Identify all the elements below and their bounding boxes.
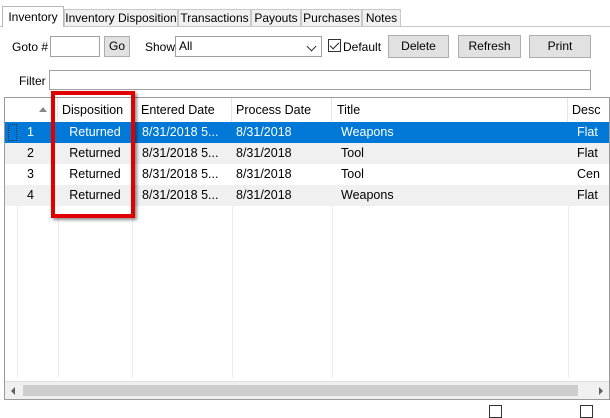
entered-date-cell: 8/31/2018 5... [142,146,219,160]
entered-date-cell: 8/31/2018 5... [142,167,219,181]
show-select-value: All [179,39,193,53]
process-date-cell: 8/31/2018 [236,146,292,160]
default-checkbox[interactable] [328,39,341,52]
process-date-cell: 8/31/2018 [236,167,292,181]
entered-date-cell: 8/31/2018 5... [142,188,219,202]
chevron-down-icon [306,41,317,52]
scroll-right-icon[interactable] [599,387,603,395]
goto-input[interactable] [50,36,100,57]
scroll-left-icon[interactable] [11,387,15,395]
title-cell: Weapons [341,125,394,139]
desc-cell: Flat [577,146,598,160]
process-date-cell: 8/31/2018 [236,125,292,139]
desc-cell: Flat [577,125,598,139]
entered-date-cell: 8/31/2018 5... [142,125,219,139]
delete-button[interactable]: Delete [388,35,449,58]
show-label: Show [145,40,176,54]
bottom-checkbox-2[interactable] [580,405,593,418]
tab-payouts[interactable]: Payouts [251,9,301,26]
print-button[interactable]: Print [529,35,591,58]
highlight-box [51,91,135,218]
tab-divider [0,26,610,27]
refresh-button[interactable]: Refresh [458,35,521,58]
title-cell: Tool [341,167,364,181]
goto-label: Goto # [12,40,49,54]
show-select[interactable]: All [175,36,322,57]
tab-strip: Inventory Inventory Disposition Transact… [0,0,610,27]
title-cell: Weapons [341,188,394,202]
filter-label: Filter [19,74,46,88]
tab-inventory-disposition[interactable]: Inventory Disposition [64,9,178,26]
default-label: Default [343,40,382,54]
horizontal-scrollbar[interactable] [5,381,609,399]
process-date-cell: 8/31/2018 [236,188,292,202]
tab-transactions[interactable]: Transactions [178,9,251,26]
check-icon [329,39,340,50]
title-cell: Tool [341,146,364,160]
sort-ascending-icon [39,107,47,112]
filter-input[interactable] [49,70,591,90]
scrollbar-thumb[interactable] [23,385,578,396]
row-focus-indicator [8,124,17,141]
column-header-entered-date[interactable]: Entered Date [132,98,232,122]
column-header-process-date[interactable]: Process Date [232,98,332,122]
desc-cell: Flat [577,188,598,202]
desc-cell: Cen [577,167,600,181]
column-header-title[interactable]: Title [332,98,568,122]
column-header-desc[interactable]: Desc [568,98,609,122]
bottom-checkbox[interactable] [489,405,502,418]
tab-notes[interactable]: Notes [362,9,401,26]
go-button[interactable]: Go [104,36,130,57]
tab-inventory[interactable]: Inventory [2,6,64,27]
tab-purchases[interactable]: Purchases [301,9,362,26]
